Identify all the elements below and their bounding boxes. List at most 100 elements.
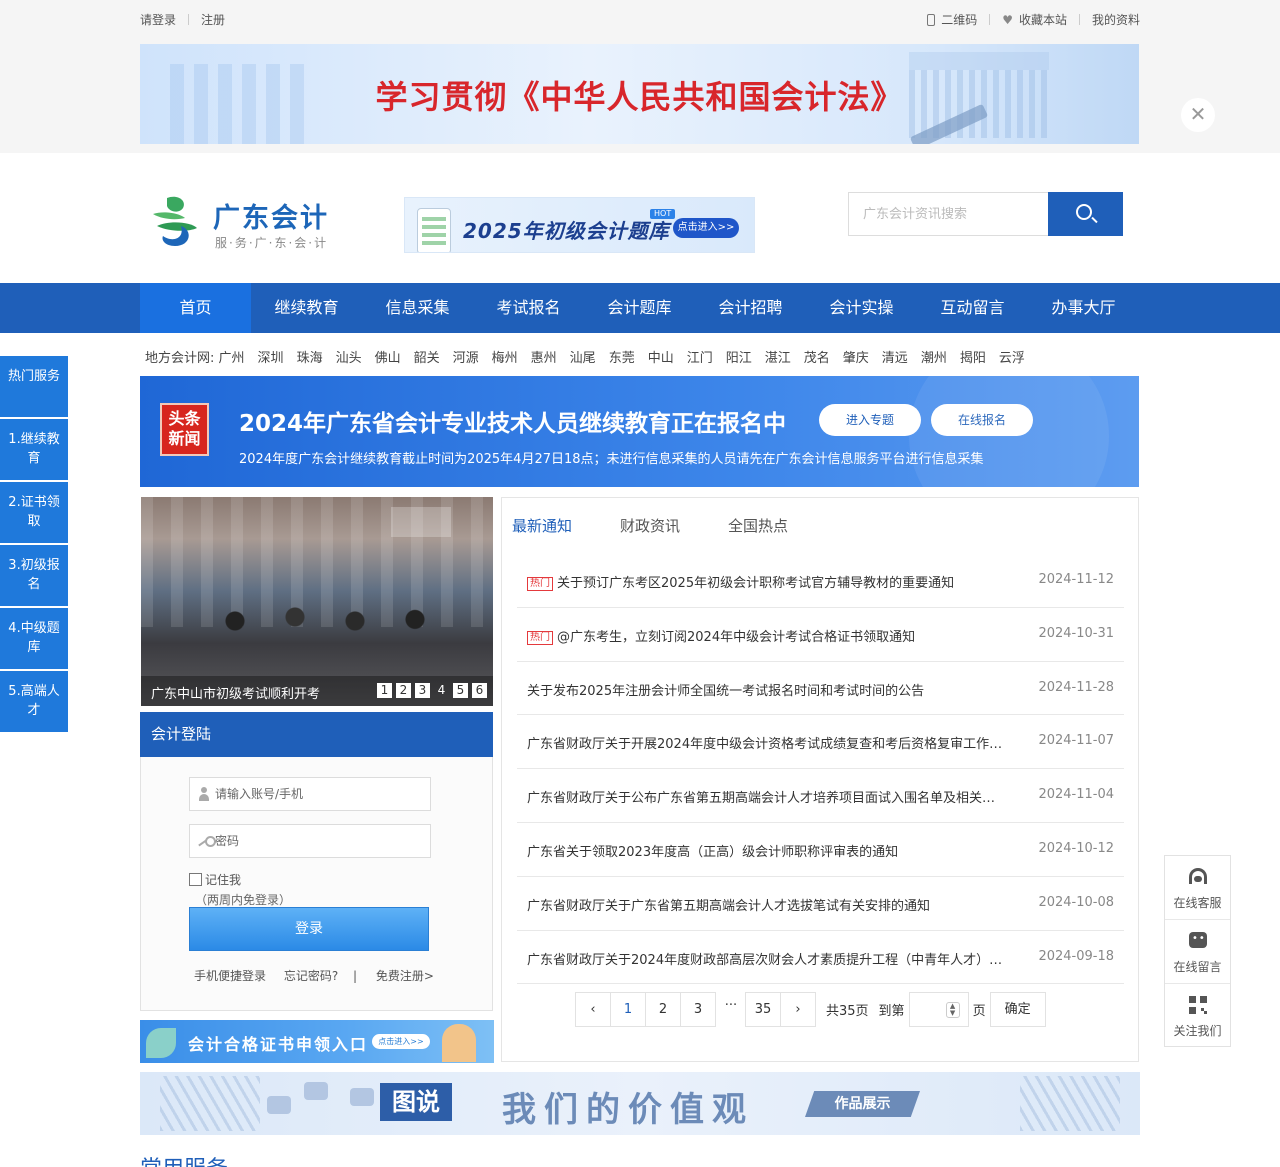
phone-login-link[interactable]: 手机便捷登录 (194, 967, 266, 984)
works-button[interactable]: 作品展示 (805, 1091, 920, 1117)
headline-banner[interactable]: 头条新闻 2024年广东省会计专业技术人员继续教育正在报名中 2024年度广东会… (140, 376, 1139, 487)
left-float-item[interactable]: 1.继续教育 (0, 419, 68, 480)
qrcode-link[interactable]: 二维码 (927, 11, 977, 28)
notice-title-cell[interactable]: 广东省财政厅关于广东省第五期高端会计人才选拔笔试有关安排的通知 (527, 895, 1005, 914)
slider-dot[interactable]: 3 (415, 683, 430, 698)
slider-dot[interactable]: 6 (472, 683, 487, 698)
city-link[interactable]: 汕尾 (570, 347, 596, 366)
city-link[interactable]: 珠海 (297, 347, 323, 366)
remember-checkbox[interactable] (189, 873, 202, 886)
close-banner-button[interactable]: ✕ (1181, 98, 1215, 132)
free-register-link[interactable]: 免费注册> (376, 967, 434, 984)
notice-title[interactable]: 广东省关于领取2023年度高（正高）级会计师职称评审表的通知 (527, 845, 898, 860)
quiz-bank-ad[interactable]: 2025年初级会计题库 HOT 点击进入>> (404, 197, 755, 253)
city-link[interactable]: 广州 (219, 347, 245, 366)
city-link[interactable]: 潮州 (921, 347, 947, 366)
left-float-item[interactable]: 4.中级题库 (0, 608, 68, 669)
city-link[interactable]: 湛江 (765, 347, 791, 366)
city-link[interactable]: 揭阳 (960, 347, 986, 366)
notice-row[interactable]: 广东省财政厅关于广东省第五期高端会计人才选拔笔试有关安排的通知 2024-10-0… (517, 877, 1124, 931)
city-link[interactable]: 深圳 (258, 347, 284, 366)
city-link[interactable]: 惠州 (531, 347, 557, 366)
password-field[interactable] (189, 824, 431, 858)
city-link[interactable]: 江门 (687, 347, 713, 366)
prev-page-button[interactable]: ‹ (575, 992, 611, 1027)
slider-dot[interactable]: 1 (377, 683, 392, 698)
login-button[interactable]: 登录 (189, 907, 429, 951)
topic-button[interactable]: 进入专题 (819, 404, 921, 436)
notice-title-cell[interactable]: 广东省财政厅关于公布广东省第五期高端会计人才培养项目面试入围名单及相关安排的通知 (527, 787, 1005, 806)
notice-tab[interactable]: 全国热点 (728, 515, 788, 536)
nav-item[interactable]: 首页 (140, 283, 251, 333)
city-link[interactable]: 汕头 (336, 347, 362, 366)
online-message-button[interactable]: 在线留言 (1165, 920, 1230, 984)
account-field[interactable] (189, 777, 431, 811)
city-link[interactable]: 茂名 (804, 347, 830, 366)
notice-title-cell[interactable]: 关于发布2025年注册会计师全国统一考试报名时间和考试时间的公告 (527, 680, 1005, 699)
left-float-item[interactable]: 5.高端人才 (0, 671, 68, 732)
news-slider[interactable]: 广东中山市初级考试顺利开考 123456 (141, 497, 493, 706)
city-link[interactable]: 佛山 (375, 347, 401, 366)
notice-tab[interactable]: 最新通知 (512, 515, 572, 536)
nav-item[interactable]: 会计题库 (584, 283, 695, 333)
profile-link[interactable]: 我的资料 (1092, 11, 1140, 28)
certificate-ad[interactable]: 会计合格证书申领入口 点击进入>> (140, 1020, 494, 1063)
favorite-link[interactable]: ♥ 收藏本站 (1002, 11, 1067, 28)
city-link[interactable]: 河源 (453, 347, 479, 366)
headline-title[interactable]: 2024年广东省会计专业技术人员继续教育正在报名中 (239, 404, 786, 438)
nav-item[interactable]: 信息采集 (362, 283, 473, 333)
notice-row[interactable]: 广东省财政厅关于公布广东省第五期高端会计人才培养项目面试入围名单及相关安排的通知… (517, 769, 1124, 823)
login-link[interactable]: 请登录 (140, 11, 176, 28)
city-link[interactable]: 梅州 (492, 347, 518, 366)
nav-item[interactable]: 继续教育 (251, 283, 362, 333)
online-register-button[interactable]: 在线报名 (931, 404, 1033, 436)
forgot-password-link[interactable]: 忘记密码? (284, 967, 338, 984)
values-banner[interactable]: 图说 我们的价值观 作品展示 (140, 1072, 1140, 1135)
notice-row[interactable]: 关于发布2025年注册会计师全国统一考试报名时间和考试时间的公告 2024-11-… (517, 662, 1124, 716)
site-logo[interactable]: 广东会计 服·务·广·东·会·计 (147, 190, 357, 254)
remember-me[interactable]: 记住我 (189, 871, 241, 888)
notice-row[interactable]: 热门 @广东考生，立刻订阅2024年中级会计考试合格证书领取通知 2024-10-3… (517, 608, 1124, 662)
notice-row[interactable]: 热门 关于预订广东考区2025年初级会计职称考试官方辅导教材的重要通知 2024-1… (517, 554, 1124, 608)
slider-caption[interactable]: 广东中山市初级考试顺利开考 (151, 683, 320, 702)
city-link[interactable]: 韶关 (414, 347, 440, 366)
nav-item[interactable]: 办事大厅 (1028, 283, 1139, 333)
next-page-button[interactable]: › (780, 992, 816, 1027)
notice-title[interactable]: 广东省财政厅关于公布广东省第五期高端会计人才培养项目面试入围名单及相关安排的通知 (527, 791, 1005, 806)
notice-title[interactable]: 广东省财政厅关于2024年度财政部高层次财会人才素质提升工程（中青年人才）选拔的… (527, 953, 1005, 968)
notice-tab[interactable]: 财政资讯 (620, 515, 680, 536)
page-last[interactable]: 35 (745, 992, 781, 1027)
slider-dot[interactable]: 4 (434, 683, 449, 698)
city-link[interactable]: 清远 (882, 347, 908, 366)
accounting-law-banner[interactable]: 学习贯彻《中华人民共和国会计法》 (140, 44, 1139, 144)
online-service-button[interactable]: 在线客服 (1165, 856, 1230, 920)
certificate-ad-cta[interactable]: 点击进入>> (372, 1034, 430, 1049)
nav-item[interactable]: 考试报名 (473, 283, 584, 333)
search-button[interactable] (1048, 192, 1123, 236)
register-link[interactable]: 注册 (201, 11, 225, 28)
city-link[interactable]: 阳江 (726, 347, 752, 366)
page-1[interactable]: 1 (610, 992, 646, 1027)
notice-row[interactable]: 广东省关于领取2023年度高（正高）级会计师职称评审表的通知 2024-10-12 (517, 823, 1124, 877)
left-float-item[interactable]: 3.初级报名 (0, 545, 68, 606)
notice-title[interactable]: @广东考生，立刻订阅2024年中级会计考试合格证书领取通知 (557, 630, 915, 645)
search-input[interactable] (848, 192, 1048, 236)
notice-title-cell[interactable]: 广东省财政厅关于2024年度财政部高层次财会人才素质提升工程（中青年人才）选拔的… (527, 949, 1005, 968)
nav-item[interactable]: 互动留言 (917, 283, 1028, 333)
notice-title-cell[interactable]: 广东省关于领取2023年度高（正高）级会计师职称评审表的通知 (527, 841, 1005, 860)
quiz-ad-cta[interactable]: 点击进入>> (673, 218, 739, 238)
notice-row[interactable]: 广东省财政厅关于2024年度财政部高层次财会人才素质提升工程（中青年人才）选拔的… (517, 931, 1124, 985)
notice-title-cell[interactable]: 广东省财政厅关于开展2024年度中级会计资格考试成绩复查和考后资格复审工作的通知 (527, 733, 1005, 752)
notice-row[interactable]: 广东省财政厅关于开展2024年度中级会计资格考试成绩复查和考后资格复审工作的通知… (517, 715, 1124, 770)
password-input[interactable] (215, 825, 425, 857)
left-float-item[interactable]: 2.证书领取 (0, 482, 68, 543)
city-link[interactable]: 中山 (648, 347, 674, 366)
notice-title[interactable]: 广东省财政厅关于开展2024年度中级会计资格考试成绩复查和考后资格复审工作的通知 (527, 737, 1005, 752)
notice-title-cell[interactable]: 热门 关于预订广东考区2025年初级会计职称考试官方辅导教材的重要通知 (527, 572, 1005, 591)
spinner-icon[interactable]: ▲ ▼ (945, 1002, 960, 1018)
notice-title[interactable]: 关于发布2025年注册会计师全国统一考试报名时间和考试时间的公告 (527, 684, 924, 699)
city-link[interactable]: 肇庆 (843, 347, 869, 366)
city-link[interactable]: 东莞 (609, 347, 635, 366)
page-3[interactable]: 3 (680, 992, 716, 1027)
nav-item[interactable]: 会计招聘 (695, 283, 806, 333)
